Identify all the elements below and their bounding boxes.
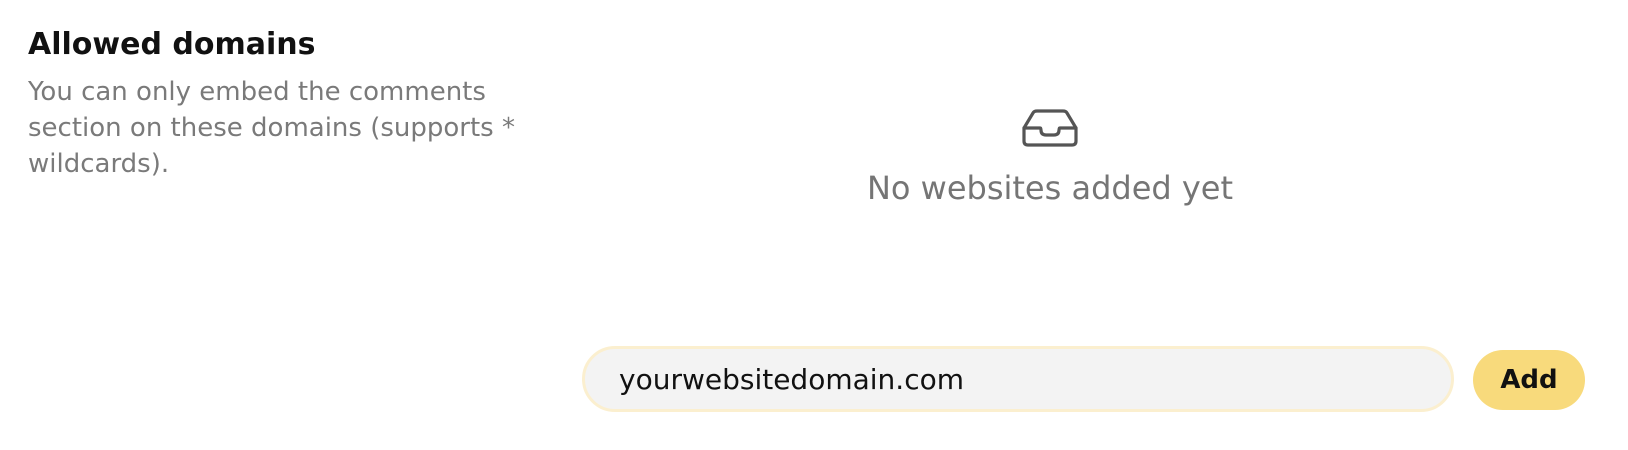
allowed-domains-header: Allowed domains You can only embed the c… (28, 26, 548, 182)
section-description: You can only embed the comments section … (28, 77, 515, 179)
add-button[interactable]: Add (1473, 350, 1585, 410)
inbox-icon (840, 108, 1260, 148)
domain-input[interactable] (617, 361, 1419, 397)
empty-state: No websites added yet (840, 108, 1260, 208)
section-title: Allowed domains (28, 27, 316, 62)
empty-state-message: No websites added yet (866, 169, 1234, 207)
domain-input-container (582, 346, 1454, 412)
